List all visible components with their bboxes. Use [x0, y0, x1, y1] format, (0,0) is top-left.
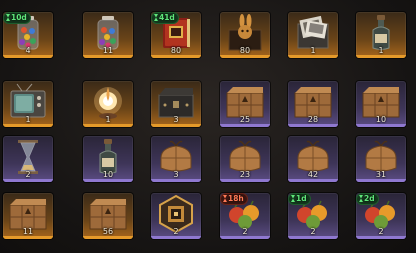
- item-quantity: 10: [375, 115, 387, 124]
- item-quantity: 31: [375, 170, 387, 179]
- item-quantity: 80: [170, 46, 182, 55]
- expiry-timer-badge: 10d: [4, 13, 30, 23]
- inventory-slot[interactable]: 1: [83, 81, 133, 127]
- item-quantity: 42: [307, 170, 319, 179]
- inventory-slot[interactable]: 10: [83, 136, 133, 182]
- inventory-slot[interactable]: 3: [151, 136, 201, 182]
- inventory-slot[interactable]: 1: [356, 12, 406, 58]
- inventory-slot[interactable]: 31: [356, 136, 406, 182]
- item-quantity: 3: [173, 170, 179, 179]
- expiry-timer-text: 18h: [228, 194, 244, 203]
- item-quantity: 1: [105, 115, 111, 124]
- inventory-slot[interactable]: 2 18h: [220, 193, 270, 239]
- item-quantity: 10: [102, 170, 114, 179]
- item-quantity: 2: [25, 170, 31, 179]
- inventory-slot[interactable]: 11: [3, 193, 53, 239]
- item-quantity: 28: [307, 115, 319, 124]
- inventory-slot[interactable]: 2 2d: [356, 193, 406, 239]
- inventory-slot[interactable]: 80 41d: [151, 12, 201, 58]
- expiry-timer-badge: 18h: [221, 194, 247, 204]
- item-quantity: 80: [239, 46, 251, 55]
- inventory-slot[interactable]: 3: [151, 81, 201, 127]
- expiry-timer-text: 2d: [364, 194, 375, 203]
- item-quantity: 2: [242, 227, 248, 236]
- expiry-timer-text: 10d: [11, 13, 27, 22]
- item-quantity: 3: [173, 115, 179, 124]
- item-quantity: 2: [173, 227, 179, 236]
- inventory-slot[interactable]: 23: [220, 136, 270, 182]
- item-quantity: 1: [310, 46, 316, 55]
- hourglass-icon: [291, 195, 295, 202]
- inventory-slot[interactable]: 4 10d: [3, 12, 53, 58]
- expiry-timer-badge: 1d: [289, 194, 310, 204]
- item-quantity: 11: [22, 227, 34, 236]
- inventory-slot[interactable]: 25: [220, 81, 270, 127]
- expiry-timer-text: 1d: [296, 194, 307, 203]
- inventory-slot[interactable]: 2: [151, 193, 201, 239]
- item-quantity: 2: [310, 227, 316, 236]
- item-quantity: 4: [25, 46, 31, 55]
- item-quantity: 56: [102, 227, 114, 236]
- inventory-slot[interactable]: 10: [356, 81, 406, 127]
- item-quantity: 2: [378, 227, 384, 236]
- inventory-slot[interactable]: 1: [288, 12, 338, 58]
- hourglass-icon: [154, 14, 158, 21]
- hourglass-icon: [359, 195, 363, 202]
- expiry-timer-badge: 2d: [357, 194, 378, 204]
- inventory-slot[interactable]: 80: [220, 12, 270, 58]
- expiry-timer-text: 41d: [159, 13, 175, 22]
- inventory-slot[interactable]: 42: [288, 136, 338, 182]
- inventory-slot[interactable]: 56: [83, 193, 133, 239]
- inventory-slot[interactable]: 28: [288, 81, 338, 127]
- item-quantity: 25: [239, 115, 251, 124]
- hourglass-icon: [6, 14, 10, 21]
- item-quantity: 1: [378, 46, 384, 55]
- item-quantity: 23: [239, 170, 251, 179]
- inventory-slot[interactable]: 11: [83, 12, 133, 58]
- expiry-timer-badge: 41d: [152, 13, 178, 23]
- inventory-slot[interactable]: 1: [3, 81, 53, 127]
- inventory-slot[interactable]: 2 1d: [288, 193, 338, 239]
- item-quantity: 1: [25, 115, 31, 124]
- item-quantity: 11: [102, 46, 114, 55]
- inventory-grid: 4 10d 11 80 41d 80 1 1 1 1 3 25 28 10 2 …: [0, 0, 416, 253]
- hourglass-icon: [223, 195, 227, 202]
- inventory-slot[interactable]: 2: [3, 136, 53, 182]
